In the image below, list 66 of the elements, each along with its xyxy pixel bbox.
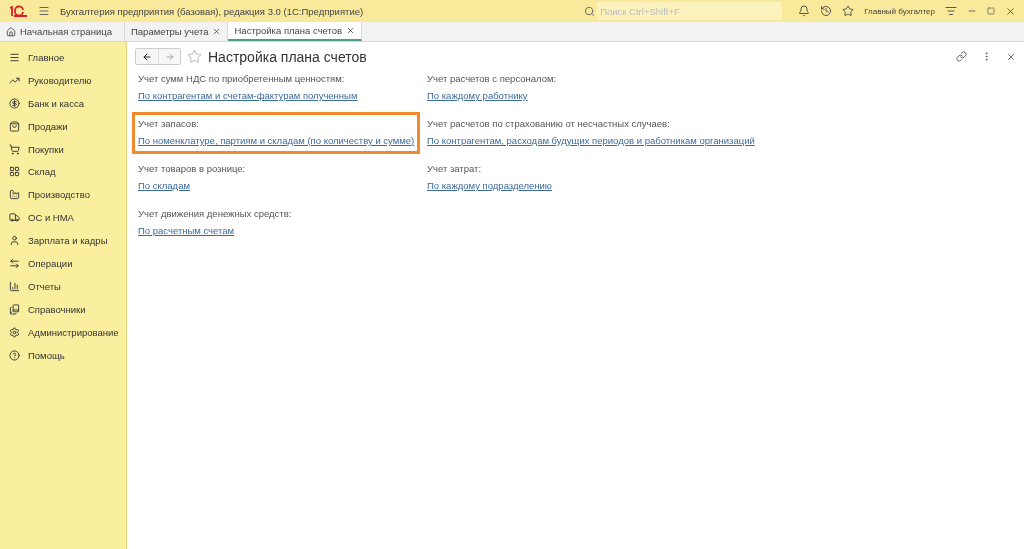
grid-icon bbox=[9, 166, 20, 178]
sidebar-item[interactable]: Производство bbox=[0, 183, 126, 207]
books-icon bbox=[9, 303, 20, 315]
history-icon[interactable] bbox=[820, 5, 833, 17]
setting-label: Учет товаров в рознице: bbox=[138, 163, 246, 175]
user-name[interactable]: Главный бухгалтер bbox=[864, 6, 935, 16]
sidebar-item[interactable]: Зарплата и кадры bbox=[0, 229, 126, 252]
close-icon[interactable] bbox=[346, 26, 356, 35]
setting-link[interactable]: По контрагентам, расходам будущих периодов и работникам организаций bbox=[427, 134, 755, 147]
sidebar-item[interactable]: Покупки bbox=[0, 137, 126, 161]
sidebar-item[interactable]: Банк и касса bbox=[0, 91, 126, 115]
setting-link[interactable]: По каждому подразделению bbox=[427, 179, 552, 192]
right-arrow-icon bbox=[164, 51, 175, 62]
coin-icon bbox=[9, 97, 20, 109]
setting-label: Учет расчетов с персоналом: bbox=[427, 73, 557, 85]
sidebar-item[interactable]: Администрирование bbox=[0, 320, 126, 344]
left-arrow-icon bbox=[142, 51, 152, 62]
truck-icon bbox=[9, 212, 20, 224]
sidebar-item[interactable]: Справочники bbox=[0, 297, 126, 321]
sidebar-item[interactable]: Продажи bbox=[0, 114, 126, 138]
logo-icon bbox=[8, 5, 28, 17]
sidebar-item[interactable]: Отчеты bbox=[0, 274, 126, 298]
setting-label: Учет запасов: bbox=[138, 118, 200, 130]
arrows-icon bbox=[9, 257, 20, 269]
setting-label: Учет затрат: bbox=[427, 163, 483, 175]
back-button[interactable] bbox=[136, 49, 158, 64]
setting-label: Учет расчетов по страхованию от несчастных случаев: bbox=[427, 118, 671, 130]
user-icon bbox=[9, 235, 20, 247]
search-icon bbox=[584, 5, 596, 17]
tab-label: Настройка плана счетов bbox=[234, 25, 343, 36]
link-icon[interactable] bbox=[956, 51, 967, 62]
tab[interactable]: Настройка плана счетов bbox=[228, 22, 363, 41]
menu-icon[interactable] bbox=[38, 5, 50, 17]
setting-link[interactable]: По контрагентам и счетам-фактурам полученным bbox=[138, 89, 358, 102]
setting-link[interactable]: По номенклатуре, партиям и складам (по количеству и сумме) bbox=[138, 134, 415, 147]
menu-icon bbox=[9, 51, 20, 63]
form-title: Настройка плана счетов bbox=[208, 48, 368, 65]
help-icon bbox=[9, 349, 20, 361]
sidebar-item[interactable]: Руководителю bbox=[0, 68, 126, 92]
factory-icon bbox=[9, 189, 20, 201]
sidebar-item[interactable]: ОС и НМА bbox=[0, 206, 126, 230]
tab-label: Начальная страница bbox=[20, 26, 112, 37]
cart-icon bbox=[9, 143, 20, 155]
sidebar-item[interactable]: Операции bbox=[0, 252, 126, 275]
tab[interactable]: Начальная страница bbox=[0, 22, 125, 41]
setting-label: Учет движения денежных средств: bbox=[138, 208, 292, 220]
sidebar-item[interactable]: Главное bbox=[0, 46, 126, 69]
tab-label: Параметры учета bbox=[131, 26, 209, 37]
setting-link[interactable]: По складам bbox=[138, 179, 190, 192]
settings-lines-icon[interactable] bbox=[945, 5, 957, 17]
setting-link[interactable]: По каждому работнику bbox=[427, 89, 528, 102]
setting-link[interactable]: По расчетным счетам bbox=[138, 224, 235, 237]
bar-chart-icon bbox=[9, 280, 20, 292]
sidebar-item[interactable]: Склад bbox=[0, 160, 126, 184]
home-icon bbox=[6, 26, 16, 37]
shopping-bag-icon bbox=[9, 120, 20, 132]
setting-label: Учет сумм НДС по приобретенным ценностям: bbox=[138, 73, 346, 85]
window-title: Бухгалтерия предприятия (базовая), редакция 3.0 (1С:Предприятие) bbox=[60, 5, 365, 17]
settings-icon bbox=[9, 326, 20, 338]
close-icon[interactable] bbox=[1005, 5, 1016, 17]
close-icon[interactable] bbox=[1006, 51, 1016, 62]
star-icon[interactable] bbox=[842, 5, 855, 17]
bell-icon[interactable] bbox=[798, 5, 811, 17]
close-icon[interactable] bbox=[212, 27, 222, 36]
sidebar-item[interactable]: Помощь bbox=[0, 343, 126, 367]
search-field[interactable]: Поиск Ctrl+Shift+F bbox=[597, 2, 783, 20]
